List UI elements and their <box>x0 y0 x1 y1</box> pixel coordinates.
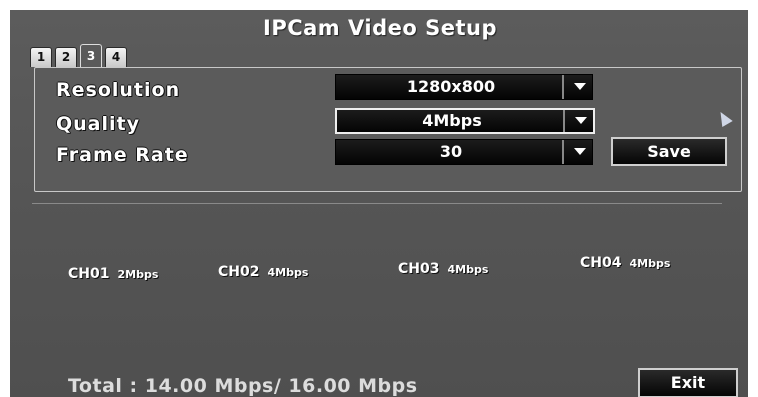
tab-1[interactable]: 1 <box>30 47 52 67</box>
channel-name: CH02 <box>218 264 260 280</box>
quality-value: 4Mbps <box>422 111 482 130</box>
quality-dropdown[interactable]: 4Mbps <box>335 108 595 134</box>
exit-button[interactable]: Exit <box>638 368 738 397</box>
channel-name: CH04 <box>580 255 622 271</box>
channel-item: CH03 4Mbps <box>398 261 488 277</box>
channel-rate: 4Mbps <box>267 266 309 279</box>
tab-4[interactable]: 4 <box>105 47 127 67</box>
channel-item: CH02 4Mbps <box>218 264 308 280</box>
channel-name: CH01 <box>68 266 110 282</box>
page-title: IPCam Video Setup <box>263 16 497 40</box>
resolution-value: 1280x800 <box>406 77 496 96</box>
channel-rate: 2Mbps <box>117 268 159 281</box>
resolution-dropdown-toggle[interactable] <box>562 75 592 99</box>
resolution-dropdown[interactable]: 1280x800 <box>335 74 593 100</box>
quality-label: Quality <box>56 113 140 135</box>
divider <box>32 203 722 204</box>
total-bitrate: Total : 14.00 Mbps/ 16.00 Mbps <box>68 375 418 397</box>
channel-tabs: 1 2 3 4 <box>30 44 127 67</box>
chevron-down-icon <box>575 117 587 124</box>
channel-rate: 4Mbps <box>629 257 671 270</box>
channel-item: CH04 4Mbps <box>580 255 670 271</box>
channel-rate: 4Mbps <box>447 263 489 276</box>
frame-rate-dropdown-toggle[interactable] <box>562 140 592 164</box>
tab-3[interactable]: 3 <box>80 44 102 67</box>
chevron-down-icon <box>574 83 586 90</box>
channel-item: CH01 2Mbps <box>68 266 158 282</box>
resolution-label: Resolution <box>56 79 181 101</box>
frame-rate-dropdown[interactable]: 30 <box>335 139 593 165</box>
quality-dropdown-toggle[interactable] <box>563 110 593 132</box>
frame-rate-label: Frame Rate <box>56 144 189 166</box>
save-button[interactable]: Save <box>611 137 727 166</box>
frame-rate-value: 30 <box>439 142 463 161</box>
chevron-down-icon <box>574 148 586 155</box>
tab-2[interactable]: 2 <box>55 47 77 67</box>
channel-name: CH03 <box>398 261 440 277</box>
ipcam-video-setup-screen: IPCam Video Setup 1 2 3 4 Resolution 128… <box>10 10 748 397</box>
